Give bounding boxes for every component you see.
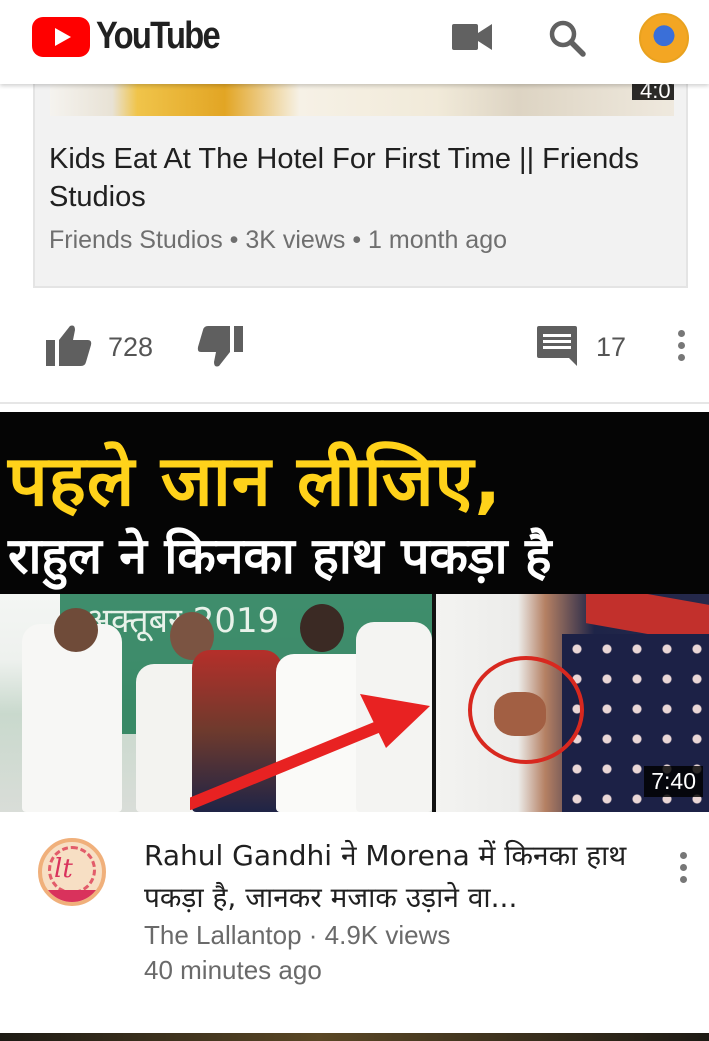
- previous-video-thumbnail[interactable]: 4:07: [50, 84, 674, 116]
- like-icon[interactable]: [46, 324, 92, 366]
- previous-video-title[interactable]: Kids Eat At The Hotel For First Time || …: [49, 140, 669, 216]
- account-avatar[interactable]: [639, 13, 689, 63]
- app-bar: YouTube: [0, 0, 709, 84]
- like-count: 728: [108, 332, 154, 362]
- video-age: 40 minutes ago: [144, 955, 322, 985]
- channel-logo-mark: lt: [54, 854, 73, 884]
- more-options-icon[interactable]: [678, 330, 686, 366]
- thumbnail-headline: पहले जान लीजिए,: [8, 440, 503, 522]
- video-more-options-icon[interactable]: [680, 852, 688, 888]
- person-figure: [22, 624, 122, 812]
- video-title[interactable]: Rahul Gandhi ने Morena में किनका हाथ पकड…: [144, 835, 644, 919]
- section-divider: [0, 402, 709, 404]
- previous-video-meta: Friends Studios • 3K views • 1 month ago: [49, 226, 508, 254]
- comment-count: 17: [596, 332, 627, 362]
- previous-video-duration: 4:07: [632, 84, 674, 100]
- search-icon[interactable]: [548, 19, 586, 57]
- channel-logo-strip: [42, 890, 102, 902]
- thumbnail-photo-left: अक्तूबर 2019: [0, 594, 432, 812]
- video-duration: 7:40: [644, 766, 703, 797]
- app-name: YouTube: [96, 15, 221, 57]
- youtube-logo[interactable]: YouTube: [32, 15, 239, 58]
- channel-avatar[interactable]: lt: [38, 838, 106, 906]
- featured-video-thumbnail[interactable]: पहले जान लीजिए, राहुल ने किनका हाथ पकड़ा…: [0, 412, 709, 812]
- thumbnail-subheadline: राहुल ने किनका हाथ पकड़ा है: [8, 527, 552, 585]
- comment-icon[interactable]: [537, 326, 577, 366]
- youtube-play-icon: [32, 16, 90, 57]
- video-actions: 728 17: [0, 318, 709, 378]
- video-camera-icon[interactable]: [452, 24, 492, 50]
- red-circle-icon: [468, 656, 584, 764]
- previous-video-card[interactable]: 4:07 Kids Eat At The Hotel For First Tim…: [33, 84, 688, 288]
- red-arrow-icon: [190, 694, 430, 810]
- dislike-icon[interactable]: [197, 326, 243, 368]
- person-head: [300, 604, 344, 652]
- next-video-thumbnail[interactable]: [0, 1033, 709, 1041]
- person-head: [54, 608, 98, 652]
- video-channel-views: The Lallantop · 4.9K views: [144, 920, 451, 950]
